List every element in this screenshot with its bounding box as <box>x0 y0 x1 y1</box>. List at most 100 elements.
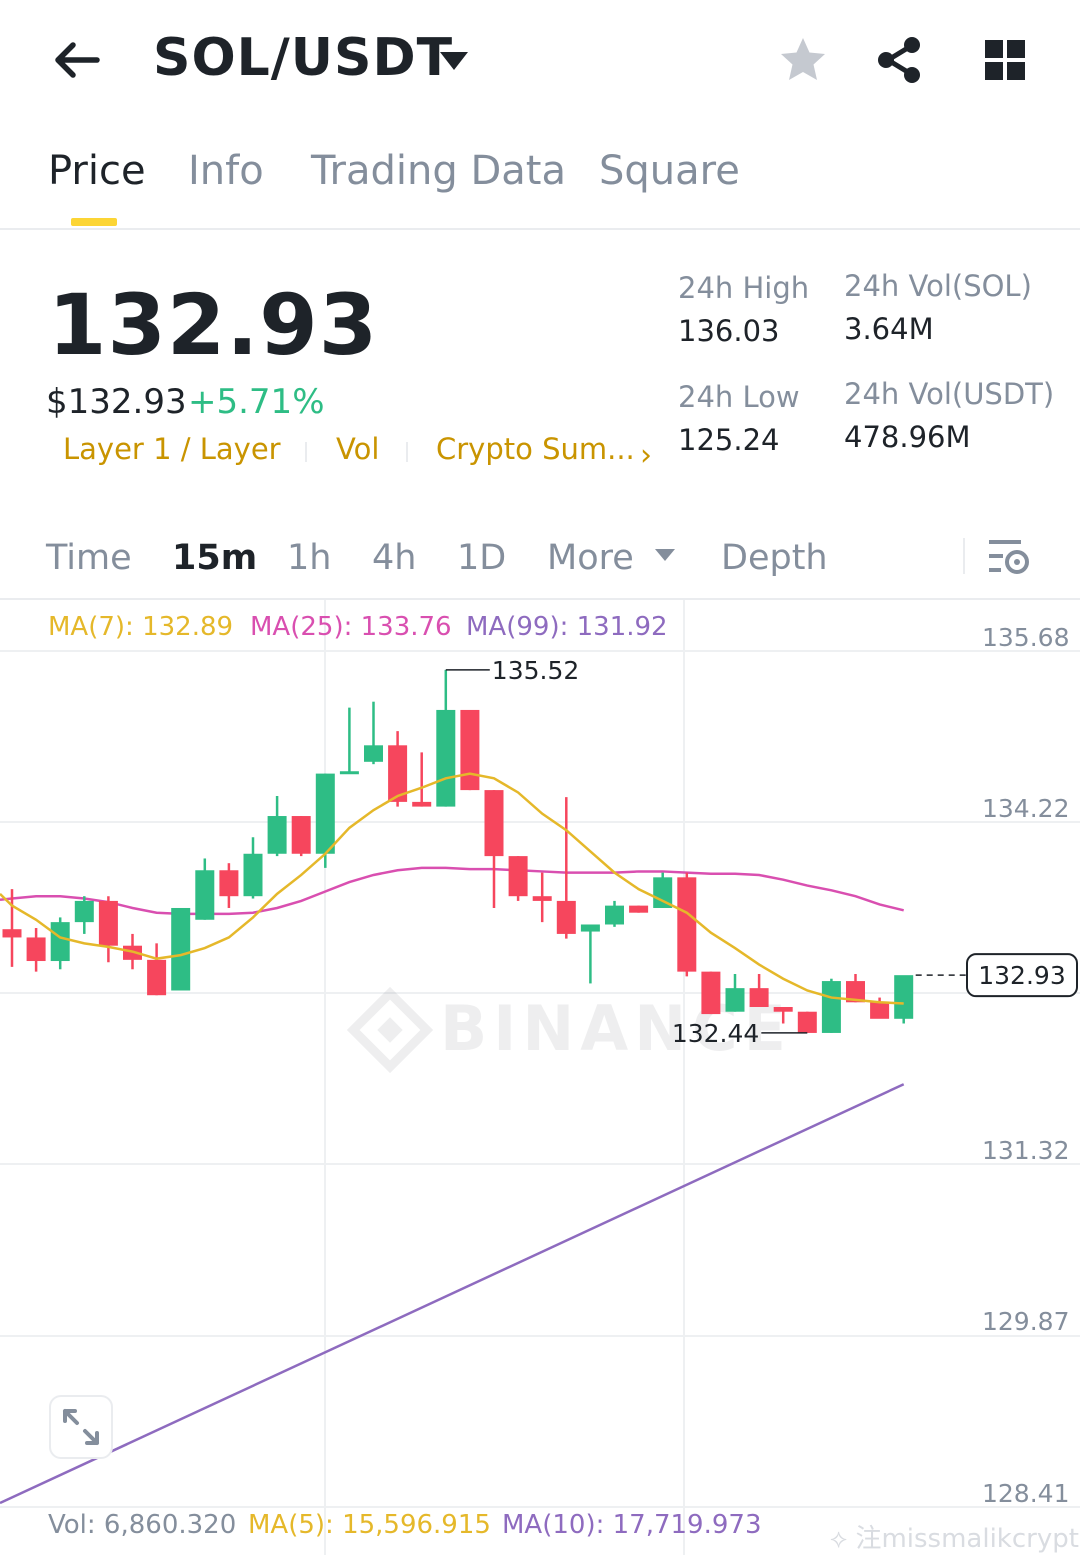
candle-body <box>2 929 22 938</box>
candle <box>243 837 263 899</box>
ma7-line <box>0 772 904 1005</box>
chart-settings-icon[interactable] <box>985 536 1033 580</box>
chevron-right-icon[interactable]: › <box>640 438 652 473</box>
candle-body <box>556 900 576 934</box>
grid-menu-icon[interactable] <box>975 30 1035 90</box>
tag-crypto-summary[interactable]: Crypto Sum... <box>436 432 635 466</box>
candle-body <box>508 856 528 897</box>
candle-body <box>894 975 914 1019</box>
candle <box>364 701 383 765</box>
volume-ma10-legend: MA(10): 17,719.973 <box>502 1510 762 1540</box>
ma25-line <box>0 866 904 916</box>
candle <box>74 896 94 934</box>
top-bar: SOL/USDT <box>0 0 1080 124</box>
caret-down-icon <box>654 549 675 561</box>
interval-more[interactable]: More <box>547 538 677 578</box>
candle <box>508 856 528 901</box>
candle-body <box>219 870 239 897</box>
share-icon[interactable] <box>869 30 929 90</box>
stat-24h-vol-quote-label: 24h Vol(USDT) <box>844 377 1055 411</box>
candle-body <box>532 896 552 901</box>
candle-body <box>412 801 432 807</box>
interval-15m[interactable]: 15m <box>172 538 257 578</box>
candle <box>532 872 552 923</box>
candle <box>749 973 769 1008</box>
candle-body <box>821 981 841 1033</box>
interval-divider <box>963 538 965 574</box>
tag-vol[interactable]: Vol <box>336 432 379 466</box>
arrow-left-icon <box>55 42 100 78</box>
price-chart[interactable]: BINANCE 135.52 132.44 132.93 MA(7): 132.89… <box>0 600 1080 1555</box>
candle <box>797 1011 817 1033</box>
y-axis-tick: 129.87 <box>982 1307 1070 1336</box>
tab-info[interactable]: Info <box>188 148 264 194</box>
candle <box>653 872 673 908</box>
y-axis-tick: 131.32 <box>982 1136 1070 1165</box>
stat-24h-low-label: 24h Low <box>678 380 800 414</box>
candle-body <box>291 816 311 854</box>
candle-body <box>147 959 167 996</box>
candle-body <box>460 709 480 791</box>
candle-body <box>339 771 359 775</box>
stat-24h-high-label: 24h High <box>678 271 810 305</box>
pair-title[interactable]: SOL/USDT <box>153 28 453 88</box>
candle <box>677 872 697 977</box>
back-button[interactable] <box>44 30 108 90</box>
candle-body <box>364 745 383 762</box>
interval-time[interactable]: Time <box>46 538 132 578</box>
candle <box>147 943 167 996</box>
candle <box>98 896 118 963</box>
candle-body <box>484 790 504 857</box>
candle <box>484 790 504 908</box>
candle-body <box>195 870 215 920</box>
candle-body <box>870 1002 890 1019</box>
candle-body <box>725 988 745 1012</box>
candle <box>50 917 70 970</box>
usd-price: $132.93 <box>46 382 187 422</box>
candle <box>556 797 576 939</box>
candle <box>291 816 311 857</box>
candle-body <box>701 971 721 1015</box>
candle <box>171 907 191 991</box>
fullscreen-button[interactable] <box>49 1395 113 1459</box>
candle-body <box>243 853 263 897</box>
candle-body <box>749 988 769 1008</box>
candle-body <box>773 1007 793 1012</box>
stat-24h-high-value: 136.03 <box>678 314 780 348</box>
stat-24h-vol-base-value: 3.64M <box>844 312 934 346</box>
y-axis-tick: 135.68 <box>982 623 1070 652</box>
interval-depth[interactable]: Depth <box>721 538 828 578</box>
candle <box>580 924 600 984</box>
candle-body <box>605 905 624 925</box>
candle <box>629 905 649 913</box>
expand-arrows-icon <box>63 1409 99 1445</box>
interval-1d[interactable]: 1D <box>457 538 506 578</box>
candlestick-chart-svg[interactable]: BINANCE 135.52132.44132.93 <box>0 600 1080 1555</box>
interval-more-label: More <box>547 538 634 578</box>
pair-dropdown-caret-icon[interactable] <box>436 46 472 76</box>
candle <box>195 858 215 920</box>
tab-price[interactable]: Price <box>48 148 146 194</box>
ma99-line <box>0 1083 905 1505</box>
stat-24h-low-value: 125.24 <box>678 423 780 457</box>
y-axis-tick: 128.41 <box>982 1479 1070 1508</box>
tab-square[interactable]: Square <box>599 148 740 194</box>
section-tabs: Price Info Trading Data Square <box>0 140 1080 230</box>
active-tab-indicator <box>71 218 117 226</box>
tag-divider <box>406 442 408 462</box>
tag-divider <box>305 442 307 462</box>
candle-body <box>98 900 118 946</box>
candle <box>701 971 721 1015</box>
interval-4h[interactable]: 4h <box>372 538 416 578</box>
interval-1h[interactable]: 1h <box>287 538 331 578</box>
ma99-legend: MA(99): 131.92 <box>466 612 668 642</box>
price-change-percent: +5.71% <box>188 382 325 422</box>
ma25-legend: MA(25): 133.76 <box>250 612 452 642</box>
candle <box>894 975 914 1024</box>
candle <box>436 669 456 807</box>
favorite-star-icon[interactable] <box>773 30 833 90</box>
tab-trading-data[interactable]: Trading Data <box>311 148 566 194</box>
candle <box>725 973 745 1012</box>
tag-layer1[interactable]: Layer 1 / Layer <box>63 432 281 466</box>
candle-body <box>74 900 94 923</box>
